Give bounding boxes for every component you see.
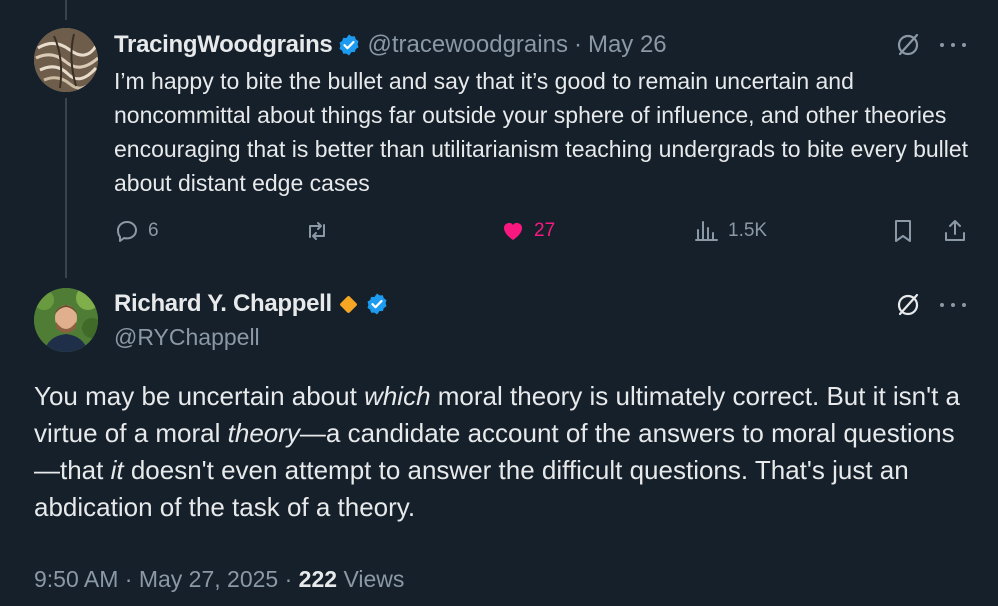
verified-badge-icon (365, 292, 389, 316)
thread-connector-top (65, 0, 67, 20)
like-count: 27 (534, 220, 556, 241)
grok-icon[interactable] (895, 292, 921, 318)
reply-text: I’m happy to bite the bullet and say tha… (114, 68, 969, 196)
text-italic: theory (227, 418, 300, 448)
separator-dot: · (573, 31, 582, 58)
bookmark-icon (895, 220, 911, 242)
reply-handle[interactable]: @tracewoodgrains (367, 31, 567, 59)
views-icon (695, 221, 718, 241)
repost-button[interactable] (304, 218, 338, 244)
repost-icon (309, 222, 325, 240)
main-header: Richard Y. Chappell @RYChappell (114, 290, 395, 351)
main-display-name[interactable]: Richard Y. Chappell (114, 290, 332, 318)
text-segment: doesn't even attempt to answer the diffi… (34, 455, 909, 522)
verified-badge-icon (337, 33, 361, 57)
share-icon (945, 220, 965, 241)
affiliate-diamond-icon (339, 294, 358, 314)
views-count: 1.5K (728, 220, 768, 241)
views-label: Views (343, 566, 405, 592)
main-meta: 9:50 AM · May 27, 2025 · 222 Views (34, 566, 404, 593)
separator-dot: · (284, 566, 293, 592)
more-icon[interactable] (940, 41, 966, 49)
main-handle[interactable]: @RYChappell (114, 324, 395, 351)
views-button[interactable]: 1.5K (694, 218, 767, 244)
reply-header: TracingWoodgrains @tracewoodgrains · May… (114, 30, 667, 60)
thread-connector (65, 98, 67, 278)
main-text: You may be uncertain about which moral t… (34, 378, 974, 526)
bookmark-button[interactable] (890, 218, 924, 244)
main-time[interactable]: 9:50 AM (34, 566, 118, 592)
main-author-avatar[interactable] (34, 288, 98, 352)
share-button[interactable] (942, 218, 976, 244)
reply-author-avatar[interactable] (34, 28, 98, 92)
views-count: 222 (298, 566, 338, 592)
text-italic: it (110, 455, 124, 485)
reply-date[interactable]: May 26 (588, 31, 667, 59)
like-button[interactable]: 27 (500, 218, 555, 244)
separator-dot: · (124, 566, 133, 592)
main-date[interactable]: May 27, 2025 (139, 566, 278, 592)
reply-actions: 6 27 1.5K (114, 218, 974, 248)
like-icon (504, 223, 522, 240)
reply-button[interactable]: 6 (114, 218, 159, 244)
reply-count: 6 (148, 220, 159, 241)
reply-icon (117, 221, 137, 242)
reply-display-name[interactable]: TracingWoodgrains (114, 31, 333, 59)
text-segment: You may be uncertain about (34, 381, 365, 411)
text-italic: which (364, 381, 431, 411)
more-icon[interactable] (940, 301, 966, 309)
grok-icon[interactable] (895, 32, 921, 58)
